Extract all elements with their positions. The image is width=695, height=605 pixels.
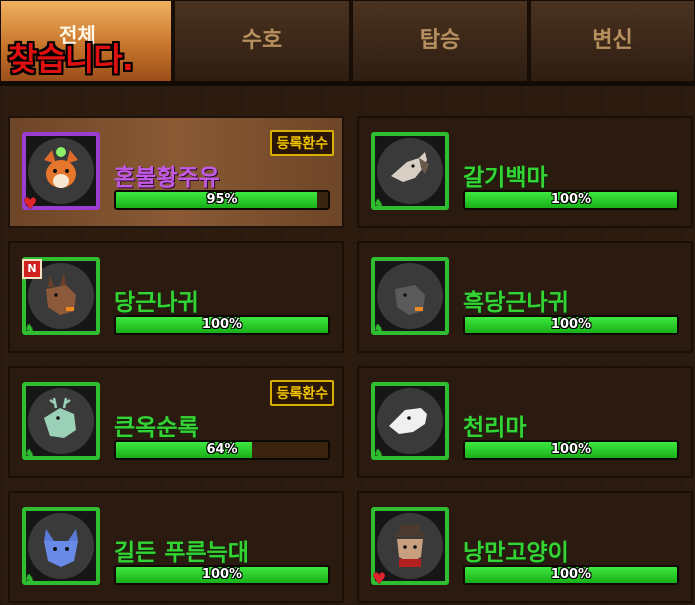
pet-card[interactable]: ♞ 천리마 100%: [357, 366, 693, 478]
pet-name: 낭만고양이: [463, 540, 569, 566]
pet-portrait: ♥: [371, 507, 449, 588]
horse-mini-icon: ♞: [24, 322, 36, 337]
horse-mini-icon: ♞: [373, 322, 385, 337]
cat-portrait-icon: [377, 513, 443, 579]
tab-guard[interactable]: 수호: [174, 0, 350, 82]
cheollima-portrait-icon: [377, 388, 443, 454]
horse-mini-icon: ♞: [24, 572, 36, 587]
tab-transform[interactable]: 변신: [530, 0, 695, 82]
pet-portrait: ♞: [22, 507, 100, 587]
jade-reindeer-portrait-icon: [28, 388, 94, 454]
white-horse-portrait-icon: [377, 138, 443, 204]
pet-card[interactable]: ♞ 흑당근나귀 100%: [357, 241, 693, 353]
tab-ride[interactable]: 탑승: [352, 0, 528, 82]
pet-name: 당근나귀: [114, 290, 199, 316]
horse-mini-icon: ♞: [373, 447, 385, 462]
pet-name: 흑당근나귀: [463, 290, 569, 316]
pet-portrait: ♞: [371, 382, 449, 462]
black-donkey-portrait-icon: [377, 263, 443, 329]
heart-icon: ♥: [23, 194, 38, 213]
heart-icon: ♥: [372, 569, 387, 588]
hp-bar: 100%: [463, 565, 679, 585]
tab-guard-label: 수호: [241, 28, 283, 53]
pet-name: 갈기백마: [463, 165, 548, 191]
hp-bar: 100%: [463, 440, 679, 460]
hp-text: 100%: [201, 567, 243, 582]
pet-name: 길든 푸른늑대: [114, 540, 249, 566]
pet-name: 큰옥순록: [114, 415, 199, 441]
horse-mini-icon: ♞: [373, 197, 385, 212]
pet-portrait: ♞: [371, 257, 449, 337]
pet-name: 혼불황주유: [114, 165, 220, 191]
pet-card[interactable]: ♥ 낭만고양이 100%: [357, 491, 693, 603]
overlay-caption: 찾습니다.: [8, 40, 134, 78]
pet-card[interactable]: ♞ 등록환수 큰옥순록 64%: [8, 366, 344, 478]
pet-card[interactable]: ♞ N 당근나귀 100%: [8, 241, 344, 353]
registered-tag: 등록환수: [270, 380, 334, 406]
hp-text: 100%: [550, 192, 592, 207]
hp-bar: 64%: [114, 440, 330, 460]
category-tabs: 전체 수호 탑승 변신 찾습니다.: [0, 0, 695, 82]
pet-card[interactable]: ♞ 갈기백마 100%: [357, 116, 693, 228]
new-badge: N: [22, 259, 42, 279]
pet-name: 천리마: [463, 415, 527, 441]
hp-bar: 100%: [114, 565, 330, 585]
hp-text: 100%: [550, 442, 592, 457]
registered-tag: 등록환수: [270, 130, 334, 156]
hp-bar: 100%: [463, 190, 679, 210]
fox-portrait-icon: [28, 138, 94, 204]
hp-text: 100%: [201, 317, 243, 332]
hp-text: 95%: [206, 192, 238, 207]
hp-text: 64%: [206, 442, 238, 457]
pet-portrait: ♥: [22, 132, 100, 213]
blue-wolf-portrait-icon: [28, 513, 94, 579]
pet-portrait: ♞: [22, 382, 100, 462]
hp-bar: 100%: [114, 315, 330, 335]
hp-bar: 95%: [114, 190, 330, 210]
tab-transform-label: 변신: [592, 28, 633, 53]
pet-portrait: ♞: [371, 132, 449, 212]
horse-mini-icon: ♞: [24, 447, 36, 462]
pet-card[interactable]: ♞ 길든 푸른늑대 100%: [8, 491, 344, 603]
hp-text: 100%: [550, 567, 592, 582]
tab-ride-label: 탑승: [419, 28, 461, 53]
pet-card[interactable]: ♥ 등록환수 혼불황주유 95%: [8, 116, 344, 228]
hp-bar: 100%: [463, 315, 679, 335]
hp-text: 100%: [550, 317, 592, 332]
